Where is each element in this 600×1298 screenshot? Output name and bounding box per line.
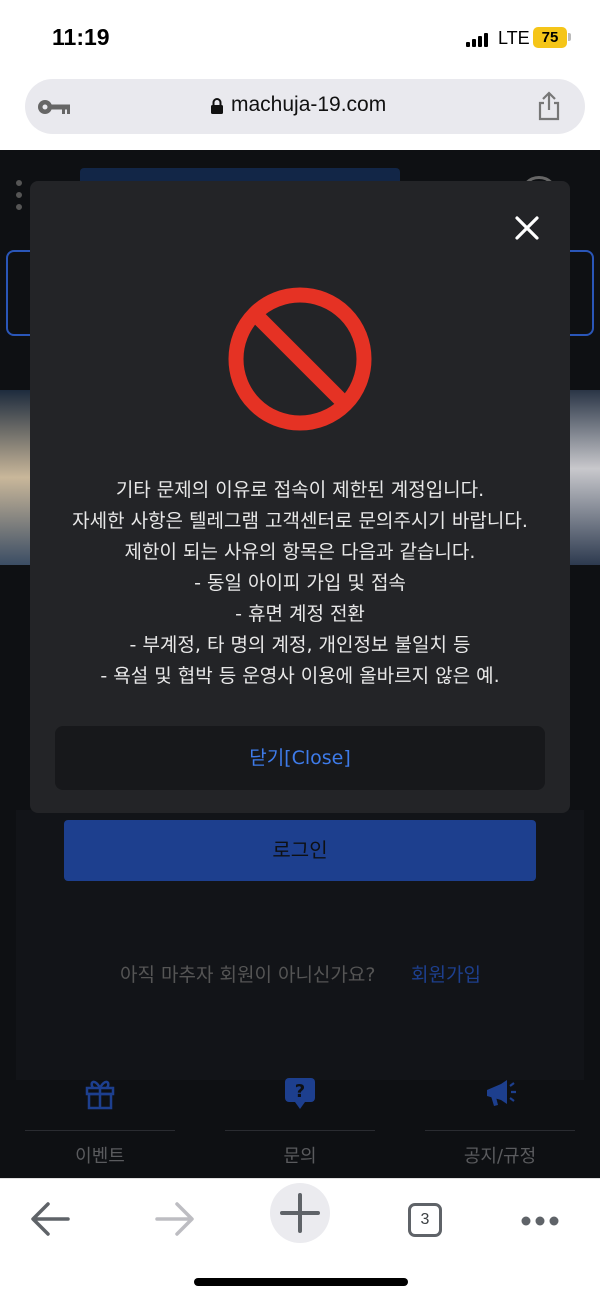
signup-link[interactable]: 회원가입	[411, 960, 481, 987]
gift-icon	[85, 1080, 115, 1110]
message-line: - 욕설 및 협박 등 운영사 이용에 올바르지 않은 예.	[100, 665, 500, 687]
modal-close-button[interactable]: 닫기[Close]	[55, 726, 545, 790]
nav-label-notice: 공지/규정	[463, 1146, 537, 1167]
plus-icon	[280, 1193, 320, 1233]
megaphone-icon	[487, 1080, 516, 1106]
bottom-nav: 이벤트 ? 문의 공지/규정	[0, 1070, 600, 1178]
battery-tip	[568, 33, 571, 41]
home-indicator	[194, 1278, 408, 1286]
address-bar-area: machuja-19.com	[0, 74, 600, 150]
login-button[interactable]: 로그인	[64, 820, 536, 881]
lock-icon	[211, 98, 223, 114]
nav-divider	[25, 1130, 175, 1131]
modal-message: 기타 문제의 이유로 접속이 제한된 계정입니다. 자세한 사항은 텔레그램 고…	[30, 475, 570, 692]
new-tab-button[interactable]	[270, 1183, 330, 1243]
signup-prompt: 아직 마추자 회원이 아니신가요?	[120, 964, 376, 986]
nav-item-event[interactable]: 이벤트	[25, 1070, 175, 1178]
message-line: - 동일 아이피 가입 및 접속	[194, 572, 406, 594]
back-arrow-icon[interactable]	[20, 1189, 80, 1249]
more-icon[interactable]	[510, 1189, 570, 1249]
signal-icon	[466, 33, 490, 47]
key-icon[interactable]	[37, 97, 71, 117]
status-time: 11:19	[52, 24, 110, 50]
message-line: 자세한 사항은 텔레그램 고객센터로 문의주시기 바랍니다.	[72, 510, 528, 532]
prohibited-icon	[228, 287, 372, 431]
message-line: 제한이 되는 사유의 항목은 다음과 같습니다.	[124, 541, 476, 563]
message-line: - 휴면 계정 전환	[235, 603, 365, 625]
nav-item-notice[interactable]: 공지/규정	[425, 1070, 575, 1178]
nav-divider	[225, 1130, 375, 1131]
address-bar[interactable]: machuja-19.com	[25, 79, 585, 134]
url-text[interactable]: machuja-19.com	[231, 93, 386, 117]
menu-icon[interactable]	[16, 180, 30, 210]
status-bar: 11:19 LTE 75	[0, 0, 600, 74]
banner-image-left	[0, 390, 30, 565]
share-icon[interactable]	[537, 91, 561, 121]
nav-label-inquiry: 문의	[283, 1146, 317, 1167]
browser-toolbar: 3	[0, 1178, 600, 1298]
message-line: - 부계정, 타 명의 계정, 개인정보 불일치 등	[129, 634, 471, 656]
nav-item-inquiry[interactable]: ? 문의	[225, 1070, 375, 1178]
tab-count: 3	[408, 1203, 442, 1237]
network-label: LTE	[498, 28, 530, 48]
question-bubble-icon: ?	[285, 1078, 315, 1109]
banner-image-right	[570, 390, 600, 565]
forward-arrow-icon[interactable]	[145, 1189, 205, 1249]
message-line: 기타 문제의 이유로 접속이 제한된 계정입니다.	[115, 479, 485, 501]
restriction-modal: 기타 문제의 이유로 접속이 제한된 계정입니다. 자세한 사항은 텔레그램 고…	[30, 181, 570, 813]
tabs-button[interactable]: 3	[400, 1189, 460, 1249]
battery-icon: 75	[533, 27, 567, 48]
nav-divider	[425, 1130, 575, 1131]
nav-label-event: 이벤트	[75, 1146, 125, 1167]
close-icon[interactable]	[513, 214, 541, 242]
svg-text:?: ?	[295, 1081, 305, 1102]
